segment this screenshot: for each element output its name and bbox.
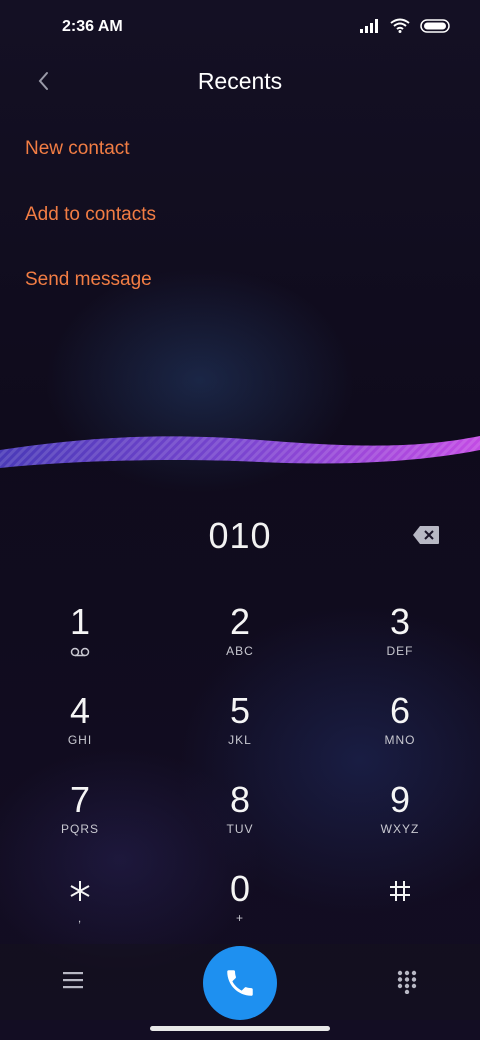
key-7[interactable]: 7 PQRS — [20, 778, 140, 858]
call-button[interactable] — [203, 946, 277, 1020]
key-6[interactable]: 6 MNO — [340, 689, 460, 769]
dialpad-icon[interactable] — [396, 970, 418, 994]
key-3[interactable]: 3 DEF — [340, 600, 460, 680]
key-8[interactable]: 8 TUV — [180, 778, 300, 858]
asterisk-icon — [70, 881, 90, 901]
status-bar: 2:36 AM — [0, 0, 480, 56]
wifi-icon — [390, 18, 410, 33]
key-4[interactable]: 4 GHI — [20, 689, 140, 769]
key-hash[interactable] — [340, 867, 460, 947]
wave-divider — [0, 436, 480, 468]
home-indicator[interactable] — [150, 1026, 330, 1031]
hash-icon — [390, 881, 410, 901]
add-to-contacts-link[interactable]: Add to contacts — [25, 204, 156, 226]
header: Recents — [0, 56, 480, 108]
menu-icon[interactable] — [62, 970, 84, 990]
key-1[interactable]: 1 — [20, 600, 140, 680]
key-5[interactable]: 5 JKL — [180, 689, 300, 769]
status-time: 2:36 AM — [62, 18, 123, 35]
key-2[interactable]: 2 ABC — [180, 600, 300, 680]
backspace-icon[interactable] — [412, 525, 440, 545]
key-0[interactable]: 0 + — [180, 867, 300, 947]
key-star[interactable]: , — [20, 867, 140, 947]
voicemail-icon — [70, 647, 90, 657]
phone-icon — [227, 970, 253, 996]
send-message-link[interactable]: Send message — [25, 269, 152, 291]
new-contact-link[interactable]: New contact — [25, 138, 130, 160]
battery-icon — [420, 18, 450, 33]
signal-icon — [360, 18, 378, 33]
status-icons — [360, 18, 450, 33]
key-9[interactable]: 9 WXYZ — [340, 778, 460, 858]
page-title: Recents — [197, 68, 283, 94]
dialed-number: 010 — [208, 515, 272, 556]
